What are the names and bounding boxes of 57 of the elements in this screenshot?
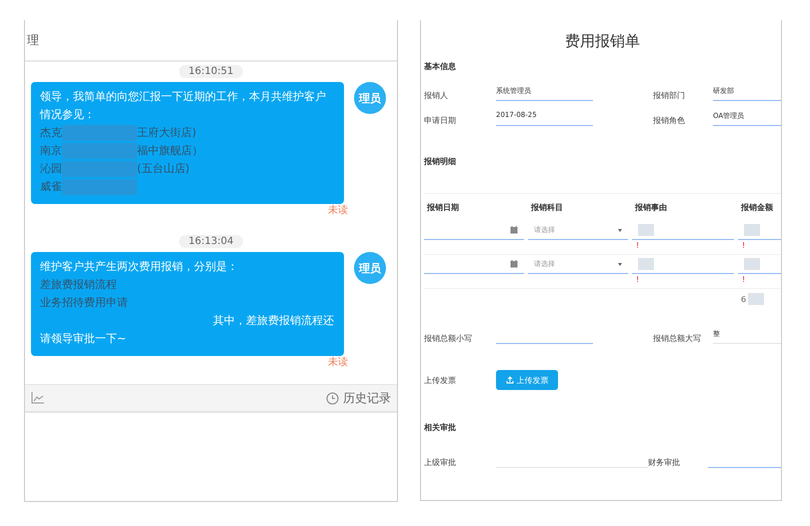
blurred-text [744,224,760,236]
field-label: 报销总额小写 [424,333,473,344]
store-name: 南京 [40,143,62,159]
blurred-text [744,258,760,270]
field-label: 报销总额大写 [653,333,702,344]
section-heading: 基本信息 [424,61,457,72]
unread-status: 未读 [328,204,348,218]
store-name: 杰克 [40,125,62,141]
amount-field[interactable] [738,221,781,240]
form-title: 费用报销单 [564,32,641,51]
reason-field[interactable] [632,255,734,274]
chat-title: 理 [27,32,39,48]
blurred-text [638,258,654,270]
store-name: 威雀 [40,179,62,195]
error-mark: ! [635,240,640,252]
timestamp: 16:13:04 [178,235,244,248]
message-text: 维护客户共产生两次费用报销，分别是： [40,259,239,275]
store-name: 王府大街店) [137,125,196,141]
chart-icon[interactable] [31,392,45,404]
error-mark: ! [635,274,640,286]
column-header: 报销日期 [426,202,460,214]
unread-status: 未读 [328,356,348,370]
column-header: 报销事由 [634,202,668,214]
store-name: 沁园 [40,161,62,177]
field-label: 财务审批 [648,457,681,468]
column-header: 报销科目 [530,202,564,214]
error-mark: ! [741,274,746,286]
message-text: 领导，我简单的向您汇报一下近期的工作，本月共维护客户情况参见： [40,89,327,123]
message-item: 业务招待费用申请 [40,295,129,311]
history-link[interactable]: 历史记录 [326,390,391,406]
section-heading: 报销明细 [424,156,457,167]
message-text: 其中，差旅费报销流程还 [212,313,334,329]
store-name: 福中旗舰店） [137,143,203,159]
section-heading: 相关审批 [424,422,457,433]
amount-field[interactable] [738,255,781,274]
error-mark: ! [741,240,746,252]
field-label: 上级审批 [424,457,457,468]
calendar-icon[interactable] [510,260,518,268]
blurred-text [748,293,764,305]
timestamp: 16:10:51 [178,65,244,78]
blurred-text [638,224,654,236]
column-header: 报销金额 [740,202,774,214]
field-label: 报销角色 [653,115,686,126]
upload-icon [506,376,514,384]
calendar-icon[interactable] [510,226,518,234]
field-label: 报销人 [424,90,449,101]
field-label: 申请日期 [424,115,457,126]
field-label: 上传发票 [424,374,457,386]
total-amount: 6 [741,294,746,304]
field-label: 报销部门 [653,90,686,101]
message-text: 请领导审批一下~ [40,331,128,347]
avatar: 理员 [354,252,386,284]
store-name: (五台山店) [137,161,190,177]
clock-icon [326,392,339,404]
reason-field[interactable] [632,221,734,240]
message-item: 差旅费报销流程 [40,277,118,293]
avatar: 理员 [354,82,386,114]
